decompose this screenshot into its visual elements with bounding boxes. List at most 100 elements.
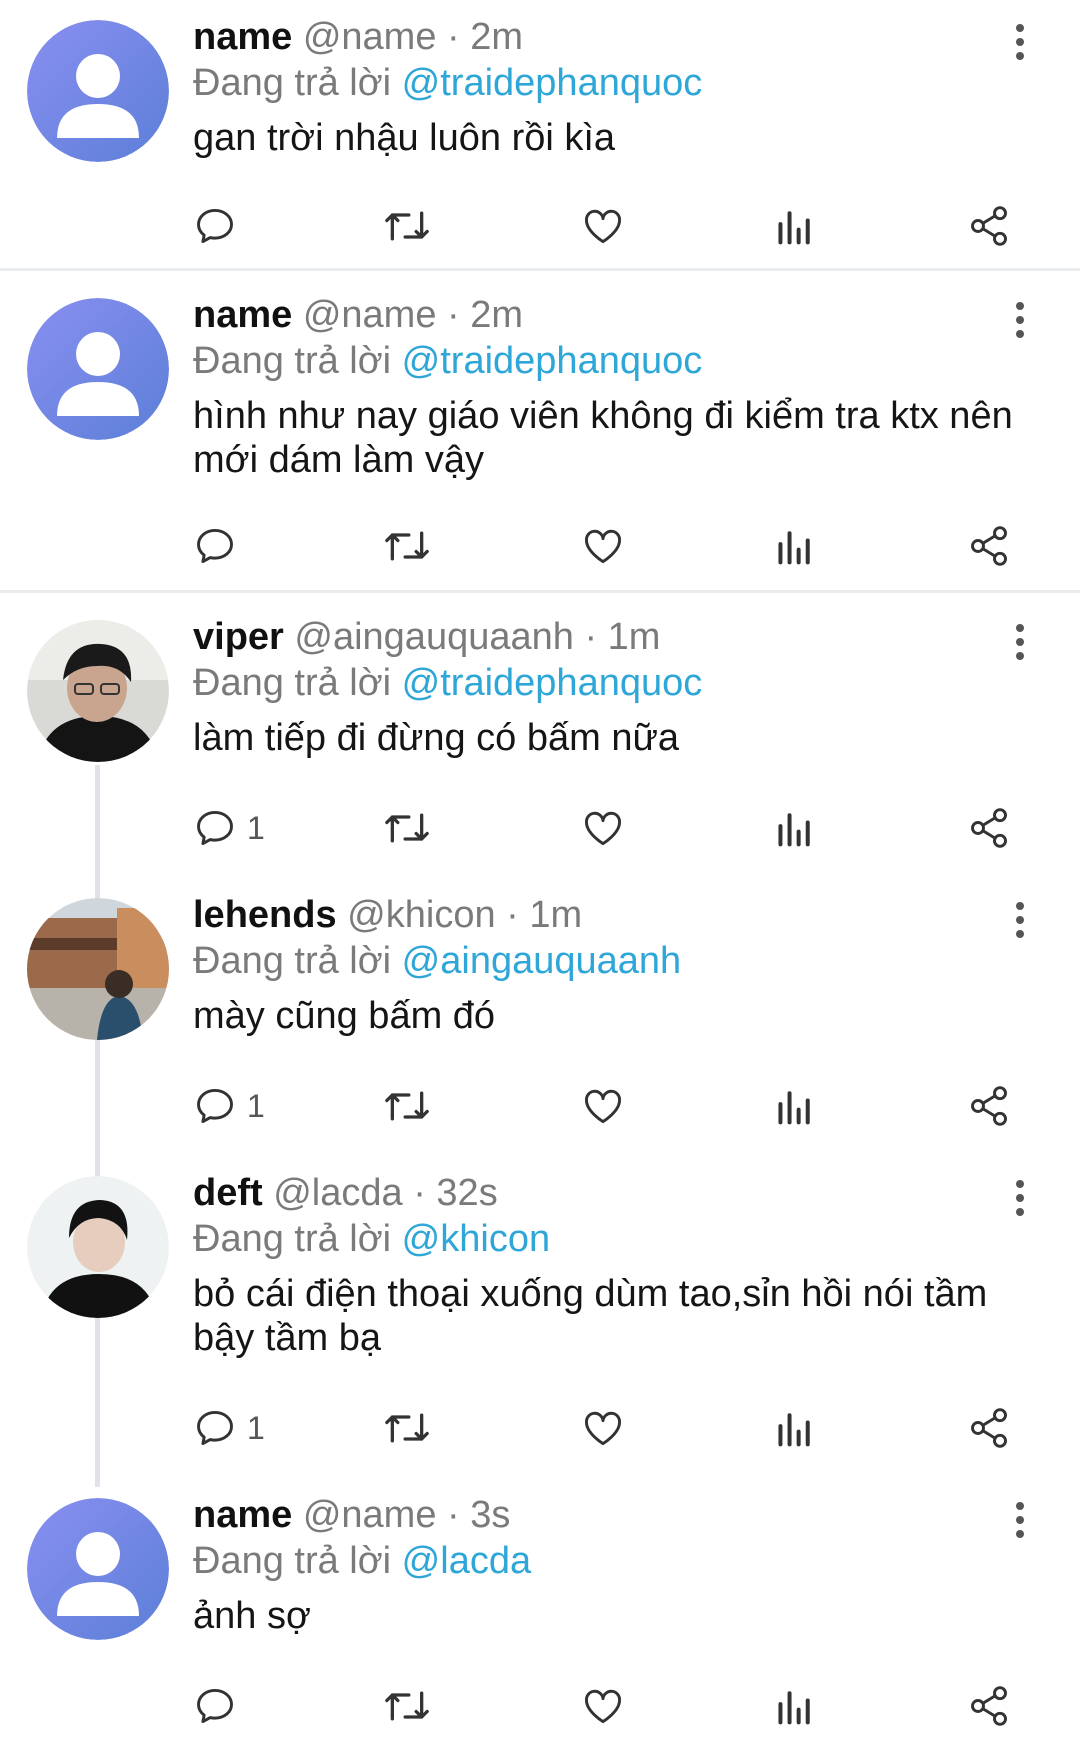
stats-button[interactable] (775, 800, 815, 856)
mention-link[interactable]: @traidephanquoc (402, 340, 703, 382)
share-button[interactable] (967, 800, 1011, 856)
retweet-button[interactable] (383, 1400, 431, 1456)
retweet-button[interactable] (383, 518, 431, 574)
avatar[interactable] (27, 1498, 169, 1640)
tweet-text: làm tiếp đi đừng có bấm nữa (193, 717, 680, 759)
retweet-button[interactable] (383, 800, 431, 856)
share-icon (971, 1086, 1007, 1126)
reply-icon (197, 528, 233, 564)
stats-button[interactable] (775, 1400, 815, 1456)
user-handle[interactable]: @name (303, 294, 437, 336)
reply-button[interactable] (193, 198, 247, 254)
timestamp[interactable]: 1m (608, 616, 661, 658)
more-vertical-icon (1016, 902, 1024, 938)
user-handle[interactable]: @aingauquaanh (294, 616, 574, 658)
mention-link[interactable]: @traidephanquoc (402, 662, 703, 704)
like-button[interactable] (581, 1678, 625, 1734)
reply-button[interactable]: 1 (193, 1078, 265, 1134)
share-button[interactable] (967, 198, 1011, 254)
default-avatar-icon (27, 20, 169, 162)
like-button[interactable] (581, 800, 625, 856)
reply-icon (197, 1410, 233, 1446)
stats-button[interactable] (775, 518, 815, 574)
share-button[interactable] (967, 518, 1011, 574)
tweet[interactable]: deft @lacda · 32s Đang trả lời @khicon b… (0, 1156, 1080, 1476)
like-button[interactable] (581, 198, 625, 254)
user-handle[interactable]: @khicon (347, 894, 495, 936)
reply-prefix: Đang trả lời (193, 340, 392, 382)
mention-link[interactable]: @khicon (402, 1218, 550, 1260)
display-name[interactable]: name (193, 1494, 292, 1536)
mention-link[interactable]: @traidephanquoc (402, 62, 703, 104)
timestamp[interactable]: 2m (470, 294, 523, 336)
timestamp[interactable]: 32s (436, 1172, 497, 1214)
separator: · (413, 1172, 426, 1214)
retweet-icon (385, 813, 429, 843)
like-button[interactable] (581, 1400, 625, 1456)
like-button[interactable] (581, 1078, 625, 1134)
divider (0, 590, 1080, 593)
avatar[interactable] (27, 620, 169, 762)
timestamp[interactable]: 3s (470, 1494, 510, 1536)
retweet-icon (385, 531, 429, 561)
reply-button[interactable] (193, 518, 247, 574)
tweet-header: viper @aingauquaanh · 1m (193, 614, 660, 660)
user-photo-icon (27, 1176, 169, 1318)
more-options-button[interactable] (1000, 620, 1040, 664)
stats-button[interactable] (775, 1078, 815, 1134)
more-options-button[interactable] (1000, 1498, 1040, 1542)
reply-prefix: Đang trả lời (193, 62, 392, 104)
avatar[interactable] (27, 898, 169, 1040)
mention-link[interactable]: @aingauquaanh (402, 940, 682, 982)
share-button[interactable] (967, 1078, 1011, 1134)
display-name[interactable]: name (193, 16, 292, 58)
retweet-button[interactable] (383, 1678, 431, 1734)
share-button[interactable] (967, 1400, 1011, 1456)
tweet[interactable]: name @name · 3s Đang trả lời @lacda ảnh … (0, 1478, 1080, 1740)
reply-button[interactable]: 1 (193, 1400, 265, 1456)
tweet[interactable]: viper @aingauquaanh · 1m Đang trả lời @t… (0, 600, 1080, 880)
display-name[interactable]: name (193, 294, 292, 336)
more-options-button[interactable] (1000, 898, 1040, 942)
retweet-icon (385, 1691, 429, 1721)
stats-icon (778, 1091, 810, 1125)
timestamp[interactable]: 1m (529, 894, 582, 936)
display-name[interactable]: lehends (193, 894, 337, 936)
replying-to: Đang trả lời @traidephanquoc (193, 60, 702, 106)
retweet-button[interactable] (383, 1078, 431, 1134)
reply-button[interactable] (193, 1678, 247, 1734)
user-handle[interactable]: @name (303, 1494, 437, 1536)
tweet[interactable]: lehends @khicon · 1m Đang trả lời @ainga… (0, 878, 1080, 1158)
avatar[interactable] (27, 20, 169, 162)
default-avatar-icon (27, 298, 169, 440)
user-handle[interactable]: @lacda (273, 1172, 402, 1214)
tweet[interactable]: name @name · 2m Đang trả lời @traidephan… (0, 278, 1080, 590)
separator: · (584, 616, 598, 658)
reply-count: 1 (247, 1409, 265, 1446)
tweet[interactable]: name @name · 2m Đang trả lời @traidephan… (0, 0, 1080, 268)
avatar[interactable] (27, 1176, 169, 1318)
display-name[interactable]: viper (193, 616, 284, 658)
reply-button[interactable]: 1 (193, 800, 265, 856)
more-options-button[interactable] (1000, 298, 1040, 342)
action-bar: 1 (0, 1078, 1080, 1134)
avatar[interactable] (27, 298, 169, 440)
stats-button[interactable] (775, 198, 815, 254)
action-bar: 1 (0, 800, 1080, 856)
stats-button[interactable] (775, 1678, 815, 1734)
replying-to: Đang trả lời @aingauquaanh (193, 938, 681, 984)
more-options-button[interactable] (1000, 20, 1040, 64)
share-button[interactable] (967, 1678, 1011, 1734)
retweet-button[interactable] (383, 198, 431, 254)
mention-link[interactable]: @lacda (402, 1540, 531, 1582)
display-name[interactable]: deft (193, 1172, 263, 1214)
reply-prefix: Đang trả lời (193, 940, 392, 982)
more-options-button[interactable] (1000, 1176, 1040, 1220)
reply-prefix: Đang trả lời (193, 662, 392, 704)
more-vertical-icon (1016, 302, 1024, 338)
tweet-header: name @name · 3s (193, 1492, 510, 1538)
like-icon (585, 1689, 621, 1724)
user-handle[interactable]: @name (303, 16, 437, 58)
timestamp[interactable]: 2m (470, 16, 523, 58)
like-button[interactable] (581, 518, 625, 574)
